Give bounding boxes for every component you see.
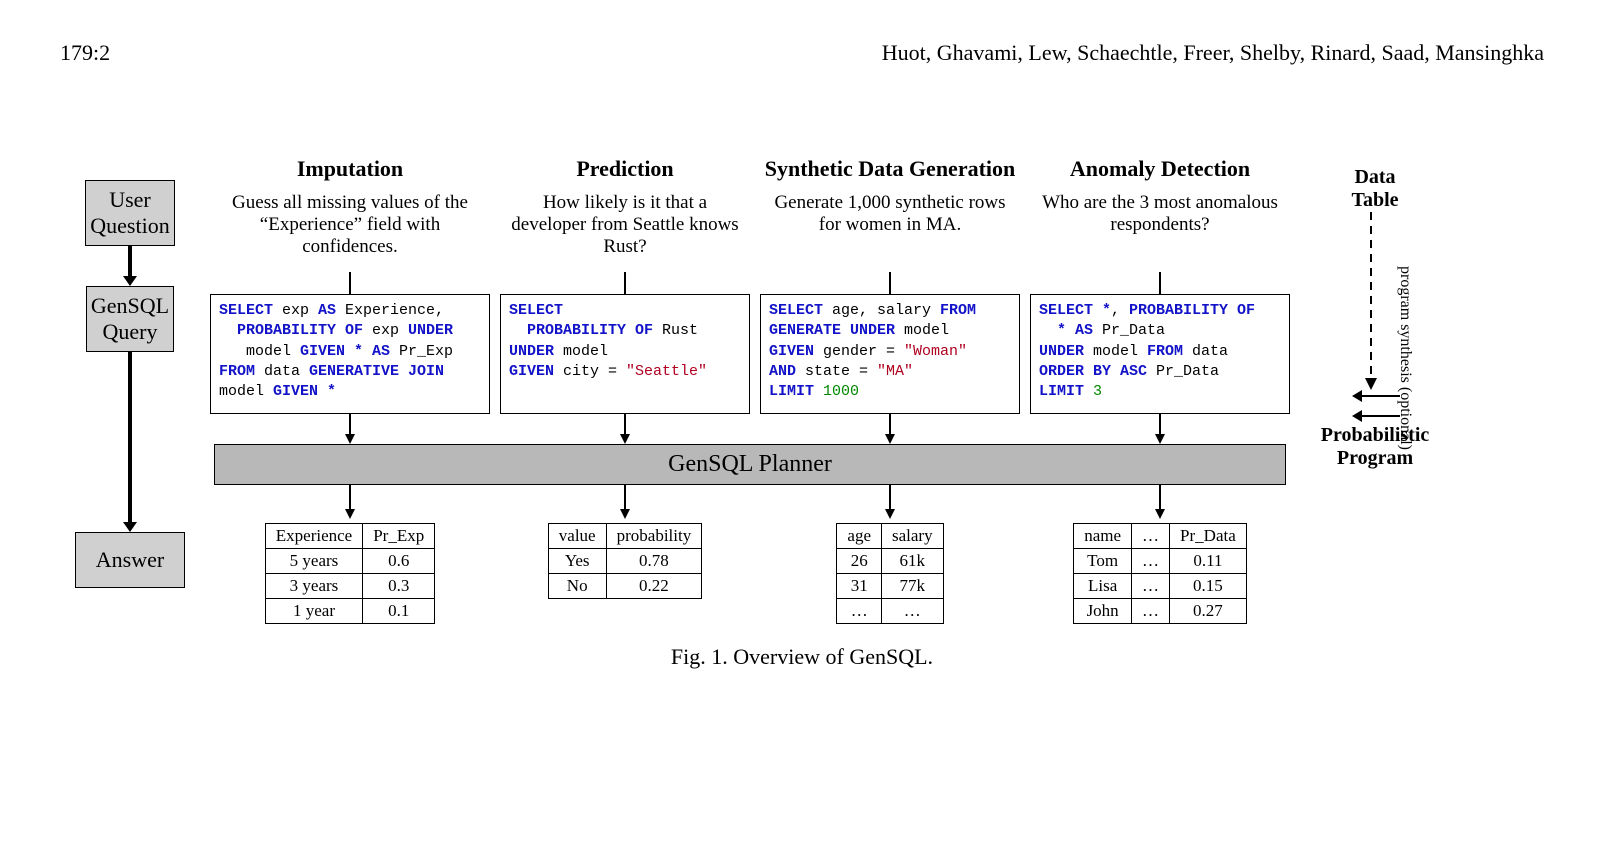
arrow-down-icon	[883, 485, 897, 519]
imputation-result-table: ExperiencePr_Exp 5 years0.6 3 years0.3 1…	[265, 523, 435, 624]
imputation-title: Imputation	[210, 126, 490, 182]
program-synthesis-label: program synthesis (optional)	[1396, 266, 1414, 450]
prediction-question: How likely is it that a developer from S…	[500, 192, 750, 272]
arrow-down-icon	[618, 485, 632, 519]
gensql-query-label: GenSQL Query	[86, 286, 174, 352]
right-label-column: Data Table program synthesis (optional) …	[1300, 126, 1450, 470]
page-number: 179:2	[60, 40, 110, 66]
synthetic-result-table: agesalary 2661k 3177k ……	[836, 523, 943, 624]
prediction-result-table: valueprobability Yes0.78 No0.22	[548, 523, 702, 599]
page-header: 179:2 Huot, Ghavami, Lew, Schaechtle, Fr…	[60, 40, 1544, 66]
anomaly-result-table: name…Pr_Data Tom…0.11 Lisa…0.15 John…0.2…	[1073, 523, 1247, 624]
synthetic-code: SELECT age, salary FROM GENERATE UNDER m…	[760, 294, 1020, 414]
prediction-code: SELECT PROBABILITY OF Rust UNDER model G…	[500, 294, 750, 414]
arrow-down-icon	[343, 485, 357, 519]
arrow-down-icon	[1153, 485, 1167, 519]
anomaly-title: Anomaly Detection	[1030, 126, 1290, 182]
diagram-grid: User Question GenSQL Query Answer Imputa…	[60, 126, 1544, 624]
synthetic-title: Synthetic Data Generation	[760, 126, 1020, 182]
synthetic-question: Generate 1,000 synthetic rows for women …	[760, 192, 1020, 272]
gensql-planner-box: GenSQL Planner	[214, 444, 1286, 485]
connector-line-icon	[620, 272, 630, 294]
user-question-label: User Question	[85, 180, 174, 246]
data-table-label: Data Table	[1351, 166, 1398, 212]
left-label-column: User Question GenSQL Query Answer	[60, 126, 200, 588]
authors-list: Huot, Ghavami, Lew, Schaechtle, Freer, S…	[882, 40, 1544, 66]
arrow-down-icon	[1153, 414, 1167, 444]
dashed-arrow-down-icon	[1355, 212, 1395, 392]
connector-line-icon	[885, 272, 895, 294]
connector-line-icon	[345, 272, 355, 294]
arrow-down-icon	[343, 414, 357, 444]
answer-label: Answer	[75, 532, 185, 588]
arrow-down-icon	[120, 246, 140, 286]
connector-line-icon	[1155, 272, 1165, 294]
arrow-down-icon	[883, 414, 897, 444]
arrow-down-icon	[120, 352, 140, 532]
imputation-code: SELECT exp AS Experience, PROBABILITY OF…	[210, 294, 490, 414]
imputation-question: Guess all missing values of the “Experie…	[210, 192, 490, 272]
anomaly-code: SELECT *, PROBABILITY OF * AS Pr_Data UN…	[1030, 294, 1290, 414]
arrow-left-icon	[1350, 388, 1400, 404]
arrow-left-icon	[1350, 408, 1400, 424]
figure-caption: Fig. 1. Overview of GenSQL.	[60, 644, 1544, 670]
anomaly-question: Who are the 3 most anomalous respondents…	[1030, 192, 1290, 272]
arrow-down-icon	[618, 414, 632, 444]
prediction-title: Prediction	[500, 126, 750, 182]
